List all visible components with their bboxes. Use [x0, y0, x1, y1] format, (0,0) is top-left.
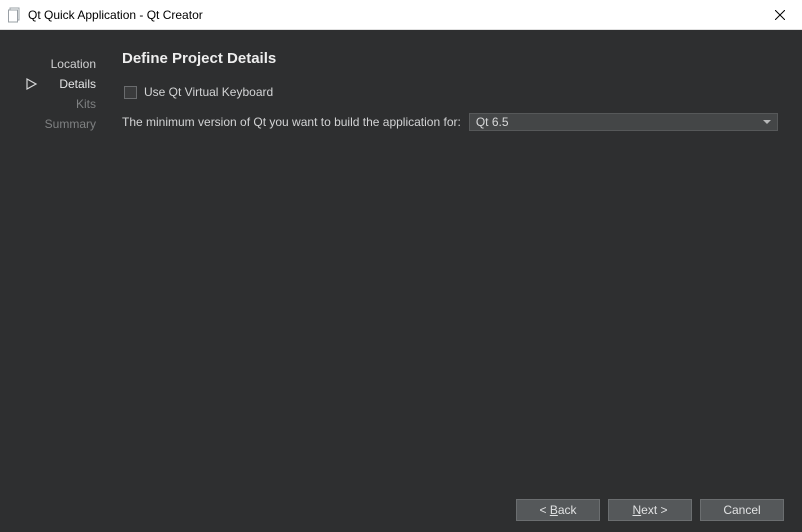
virtual-keyboard-label: Use Qt Virtual Keyboard: [144, 85, 273, 99]
window-title: Qt Quick Application - Qt Creator: [28, 8, 203, 22]
chevron-down-icon: [763, 120, 771, 124]
play-triangle-icon: [24, 77, 38, 91]
step-label: Kits: [76, 97, 96, 111]
min-qt-version-label: The minimum version of Qt you want to bu…: [122, 115, 461, 129]
qt-version-combobox[interactable]: Qt 6.5: [469, 113, 778, 131]
step-label: Details: [59, 77, 96, 91]
page-heading: Define Project Details: [122, 50, 778, 67]
cancel-button-label: Cancel: [723, 503, 760, 517]
min-qt-version-row: The minimum version of Qt you want to bu…: [122, 113, 778, 131]
wizard-body: Location Details Kits Summary Define Pro…: [0, 30, 802, 488]
wizard-button-bar: < Back Next > Cancel: [0, 488, 802, 532]
close-button[interactable]: [757, 0, 802, 30]
next-button[interactable]: Next >: [608, 499, 692, 521]
back-button-label: < Back: [539, 503, 576, 517]
titlebar: Qt Quick Application - Qt Creator: [0, 0, 802, 30]
qt-version-selected: Qt 6.5: [476, 115, 509, 129]
wizard-steps-sidebar: Location Details Kits Summary: [0, 30, 106, 488]
step-location[interactable]: Location: [0, 54, 106, 74]
next-button-label: Next >: [632, 503, 667, 517]
back-button[interactable]: < Back: [516, 499, 600, 521]
step-label: Location: [51, 57, 96, 71]
wizard-main: Define Project Details Use Qt Virtual Ke…: [106, 30, 802, 488]
step-label: Summary: [45, 117, 96, 131]
step-kits: Kits: [0, 94, 106, 114]
app-icon: [8, 7, 22, 23]
step-summary: Summary: [0, 114, 106, 134]
step-details[interactable]: Details: [0, 74, 106, 94]
virtual-keyboard-row: Use Qt Virtual Keyboard: [124, 85, 778, 99]
virtual-keyboard-checkbox[interactable]: [124, 86, 137, 99]
cancel-button[interactable]: Cancel: [700, 499, 784, 521]
